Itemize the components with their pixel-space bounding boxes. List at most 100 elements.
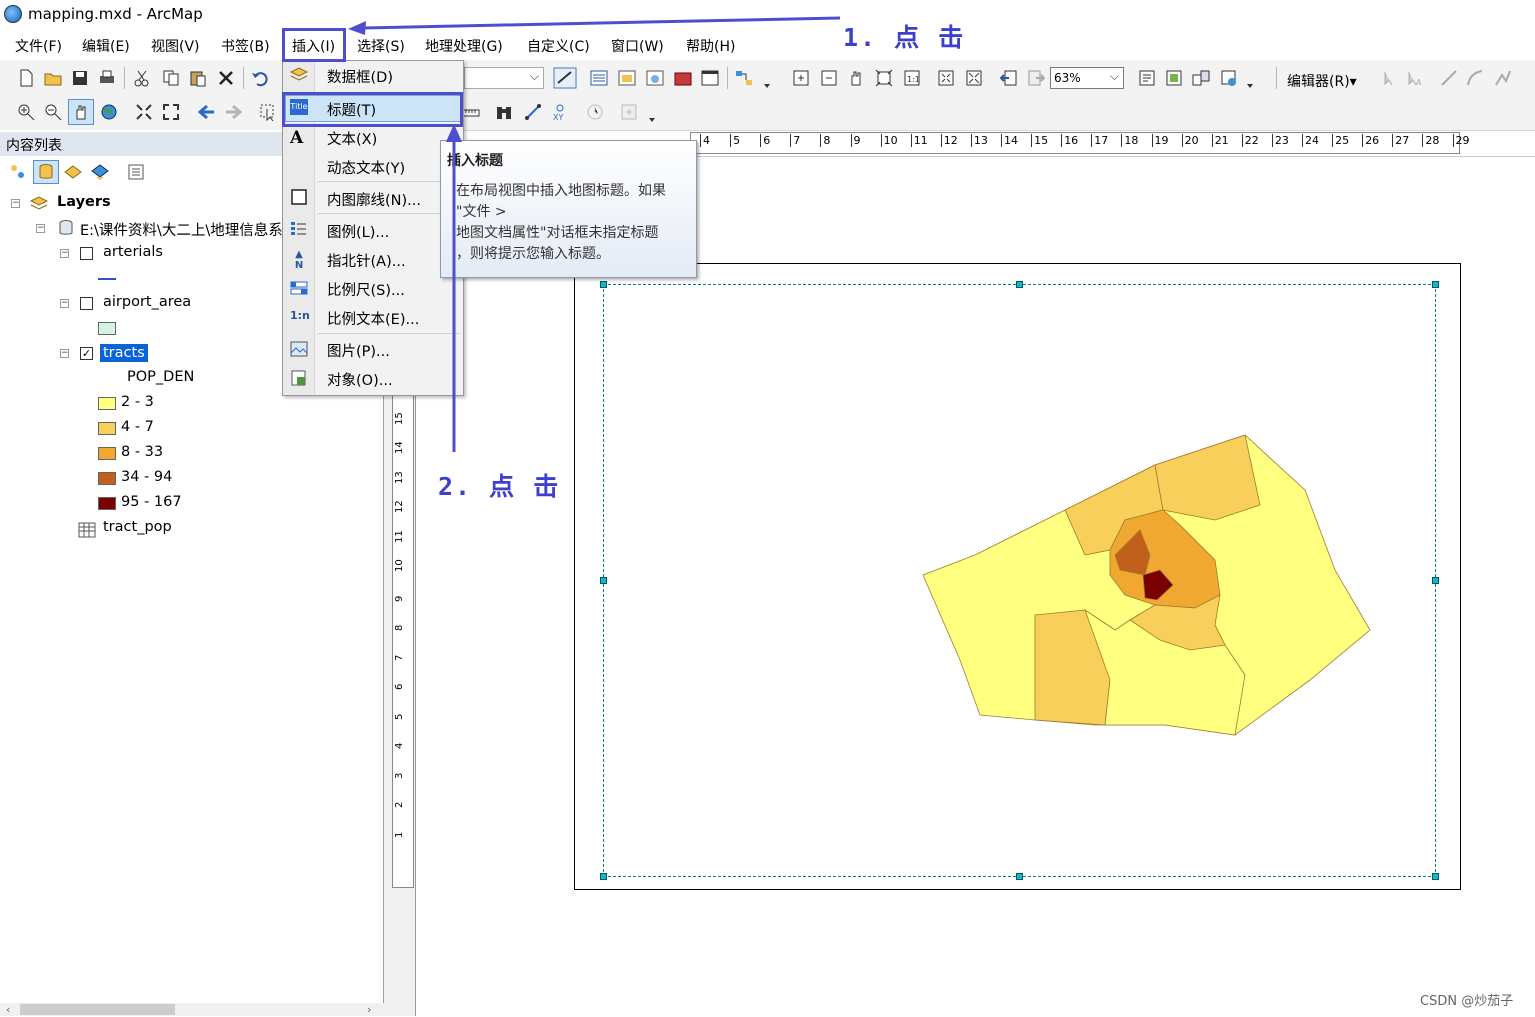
collapse-layers-toggle[interactable]: − [11,199,20,208]
resize-handle-w[interactable] [600,577,607,584]
menu-item-dynamic-text[interactable]: 动态文本(Y) [327,157,405,178]
menu-bookmarks[interactable]: 书签(B) [221,36,270,56]
menu-item-data-frame[interactable]: 数据框(D) [327,66,393,87]
zoom-percent-combo[interactable]: 63% ⌵ [1050,67,1124,89]
airport-area-visibility-checkbox[interactable] [80,297,93,310]
catalog-window-icon[interactable] [618,69,636,87]
menu-item-scale-bar[interactable]: 比例尺(S)... [327,279,405,300]
go-back-arrow-icon[interactable] [198,103,216,121]
class-swatch[interactable] [98,422,116,435]
menu-item-scale-text[interactable]: 比例文本(E)... [327,308,419,329]
menu-item-legend[interactable]: 图例(L)... [327,221,389,242]
layers-root[interactable]: Layers [57,194,111,210]
full-extent-globe-icon[interactable] [100,103,118,121]
table-of-contents-window-icon[interactable] [590,69,608,87]
toggle-draft-mode-icon[interactable] [1138,69,1156,87]
data-driven-pages-icon[interactable] [1220,69,1238,87]
list-by-selection-icon[interactable] [91,163,109,181]
fixed-zoom-in-arrows-icon[interactable] [135,103,153,121]
scale-combo[interactable]: ⌵ [464,67,544,89]
list-by-visibility-icon[interactable] [64,163,82,181]
change-layout-icon[interactable] [1192,69,1210,87]
airport-area-fill-symbol[interactable] [98,322,116,335]
layout-zoom-out-icon[interactable] [820,69,838,87]
menu-item-north-arrow[interactable]: 指北针(A)... [327,250,406,271]
resize-handle-s[interactable] [1016,873,1023,880]
resize-handle-n[interactable] [1016,281,1023,288]
arctoolbox-icon[interactable] [674,69,692,87]
select-elements-icon[interactable] [259,103,277,121]
menu-item-text[interactable]: 文本(X) [327,128,377,149]
resize-handle-nw[interactable] [600,281,607,288]
zoom-in-icon[interactable] [17,103,35,121]
paste-icon[interactable] [189,69,207,87]
save-icon[interactable] [71,69,89,87]
collapse-datasource-toggle[interactable]: − [36,224,45,233]
delete-icon[interactable] [217,69,235,87]
modelbuilder-icon[interactable] [735,69,753,87]
editor-sketch-icon[interactable] [553,67,577,89]
tracts-visibility-checkbox[interactable]: ✓ [80,347,93,360]
cut-icon[interactable] [133,69,151,87]
previous-extent-icon[interactable] [1000,69,1018,87]
go-to-xy-icon[interactable]: XY [551,103,569,121]
class-swatch[interactable] [98,447,116,460]
toc-options-icon[interactable] [127,163,145,181]
scroll-left-arrow-icon[interactable]: ‹ [6,1003,10,1016]
class-swatch[interactable] [98,397,116,410]
tracts-map[interactable] [915,430,1375,740]
layout-zoom-in-icon[interactable] [792,69,810,87]
toolbar-separator [243,67,244,89]
svg-text:1:1: 1:1 [907,75,920,84]
fixed-zoom-in-icon[interactable] [937,69,955,87]
zoom-out-icon[interactable] [44,103,62,121]
collapse-tracts-toggle[interactable]: − [60,349,69,358]
menu-edit[interactable]: 编辑(E) [82,36,130,56]
fixed-zoom-out-arrows-icon[interactable] [162,103,180,121]
menu-item-neatline[interactable]: 内图廓线(N)... [327,189,421,210]
toolbar-options-icon[interactable] [1246,76,1254,90]
arterials-visibility-checkbox[interactable] [80,247,93,260]
toolbar-options-icon[interactable] [648,110,656,124]
table-tract-pop[interactable]: tract_pop [103,519,172,535]
resize-handle-e[interactable] [1432,577,1439,584]
class-swatch[interactable] [98,472,116,485]
zoom-whole-page-icon[interactable] [875,69,893,87]
menu-item-object[interactable]: 对象(O)... [327,369,393,390]
copy-icon[interactable] [162,69,180,87]
zoom-100-icon[interactable]: 1:1 [903,69,921,87]
editor-menu[interactable]: 编辑器(R)▾ [1287,71,1357,91]
layer-arterials[interactable]: arterials [103,244,163,260]
layout-pan-icon[interactable] [847,69,865,87]
toc-scroll-thumb[interactable] [20,1004,175,1015]
toolbar-options-icon[interactable] [763,76,771,90]
menu-item-picture[interactable]: 图片(P)... [327,340,390,361]
ruler-tick-label: 22 [1241,134,1259,147]
new-document-icon[interactable] [17,69,35,87]
resize-handle-se[interactable] [1432,873,1439,880]
find-binoculars-icon[interactable] [495,103,513,121]
watermark: CSDN @炒茄子 [1420,994,1514,1009]
class-swatch[interactable] [98,497,116,510]
scroll-right-arrow-icon[interactable]: › [367,1003,371,1016]
open-folder-icon[interactable] [44,69,62,87]
search-window-icon[interactable] [646,69,664,87]
list-by-drawing-order-icon[interactable] [9,163,27,181]
undo-icon[interactable] [251,69,269,87]
datasource-path[interactable]: E:\课件资料\大二上\地理信息系 [80,219,283,240]
measure-icon[interactable] [462,103,480,121]
find-route-icon[interactable] [524,103,542,121]
focus-data-frame-icon[interactable] [1165,69,1183,87]
menu-file[interactable]: 文件(F) [15,36,62,56]
menu-view[interactable]: 视图(V) [151,36,200,56]
layer-airport-area[interactable]: airport_area [103,294,191,310]
resize-handle-ne[interactable] [1432,281,1439,288]
layer-tracts[interactable]: tracts [100,344,148,362]
arterials-line-symbol[interactable] [98,278,116,280]
collapse-arterials-toggle[interactable]: − [60,249,69,258]
fixed-zoom-out-icon[interactable] [965,69,983,87]
resize-handle-sw[interactable] [600,873,607,880]
print-icon[interactable] [98,69,116,87]
python-window-icon[interactable] [701,69,719,87]
collapse-airport-area-toggle[interactable]: − [60,299,69,308]
